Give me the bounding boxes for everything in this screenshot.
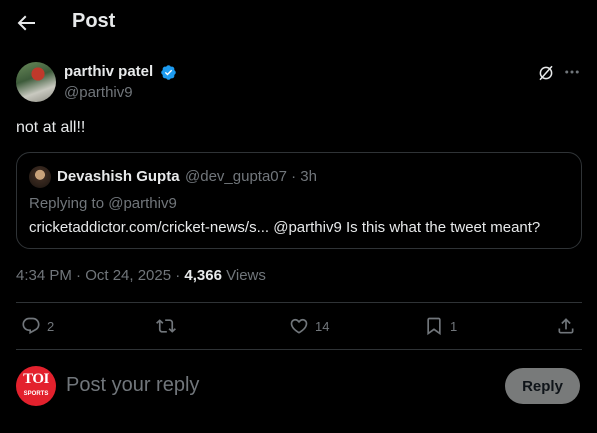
post-text: not at all!! <box>16 119 86 136</box>
author-avatar[interactable] <box>16 62 56 102</box>
reply-button[interactable]: Reply <box>505 368 580 404</box>
views-label: Views <box>221 267 266 284</box>
header-bar: Post <box>0 0 597 46</box>
like-count: 14 <box>315 318 330 334</box>
page-title: Post <box>72 10 116 32</box>
post-meta: 4:34 PM · Oct 24, 2025 · 4,366 Views <box>16 267 266 284</box>
reply-input[interactable]: Post your reply <box>66 374 199 397</box>
quoted-post-text: cricketaddictor.com/cricket-news/s... @p… <box>29 219 541 236</box>
quoted-author-name: Devashish Gupta <box>57 168 180 185</box>
quoted-post[interactable]: Devashish Gupta @dev_gupta07 · 3h Replyi… <box>16 152 582 249</box>
avatar-logo-text: TOI <box>23 371 49 387</box>
more-icon[interactable] <box>563 63 581 81</box>
views-count: 4,366 <box>184 267 222 284</box>
repost-action-button[interactable] <box>156 314 182 338</box>
bookmark-count: 1 <box>450 318 458 334</box>
avatar-logo-subtext: SPORTS <box>23 391 49 397</box>
grok-icon[interactable] <box>537 64 555 82</box>
quoted-author-avatar <box>29 166 51 188</box>
like-action-button[interactable]: 14 <box>289 314 329 338</box>
share-icon <box>558 318 574 334</box>
reply-count: 2 <box>47 318 55 334</box>
reply-icon <box>22 317 40 335</box>
repost-icon <box>156 319 176 333</box>
back-arrow-icon[interactable] <box>14 11 38 35</box>
quoted-replying-to: Replying to @parthiv9 <box>29 195 177 212</box>
post-timestamp[interactable]: 4:34 PM · Oct 24, 2025 · <box>16 267 184 284</box>
author-handle[interactable]: @parthiv9 <box>64 84 133 101</box>
author-name[interactable]: parthiv patel <box>64 63 153 80</box>
like-icon <box>290 318 308 334</box>
bookmark-icon <box>427 317 441 336</box>
bookmark-action-button[interactable]: 1 <box>424 314 457 338</box>
verified-badge-icon <box>161 65 176 80</box>
share-action-button[interactable] <box>556 314 576 338</box>
divider-top <box>16 302 582 303</box>
current-user-avatar[interactable]: TOI SPORTS <box>16 366 56 406</box>
divider-bottom <box>16 349 582 350</box>
reply-action-button[interactable]: 2 <box>21 314 54 338</box>
quoted-author-handle: @dev_gupta07 · 3h <box>185 168 317 185</box>
